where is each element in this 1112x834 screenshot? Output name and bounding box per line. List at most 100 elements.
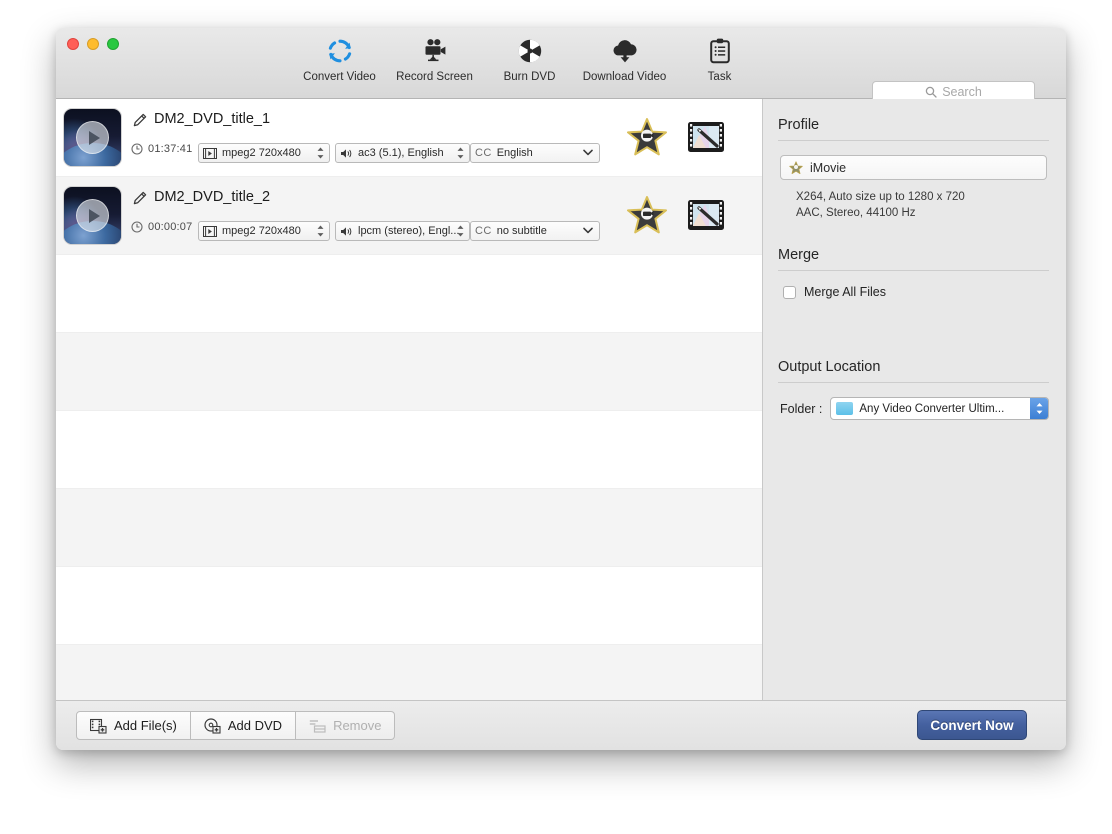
speaker-icon <box>341 226 352 236</box>
video-track-select[interactable]: mpeg2 720x480 <box>198 143 330 163</box>
toolbar-item-record-screen[interactable]: Record Screen <box>387 35 482 83</box>
toolbar-item-convert-video[interactable]: Convert Video <box>292 35 387 83</box>
folder-value: Any Video Converter Ultim... <box>859 402 1005 415</box>
file-duration: 00:00:07 <box>131 221 192 233</box>
folder-label: Folder : <box>780 401 823 416</box>
stepper-arrows-icon <box>456 146 465 160</box>
edit-name-icon[interactable] <box>132 113 147 133</box>
cc-badge: CC <box>475 147 492 159</box>
video-track-value: mpeg2 720x480 <box>222 225 301 237</box>
speaker-icon <box>341 148 352 158</box>
file-duration: 01:37:41 <box>131 143 192 155</box>
convert-now-button[interactable]: Convert Now <box>917 710 1027 740</box>
search-placeholder: Search <box>942 85 982 99</box>
bottom-bar: Add File(s) Add DVD Remove Convert Now <box>56 700 1066 750</box>
video-thumbnail[interactable] <box>63 186 122 245</box>
convert-now-label: Convert Now <box>930 717 1014 733</box>
file-name: DM2_DVD_title_2 <box>154 189 271 205</box>
add-dvd-icon <box>204 717 221 734</box>
toolbar-item-download-video[interactable]: Download Video <box>577 35 672 83</box>
table-row[interactable]: DM2_DVD_title_2 00:00:07 mpeg2 720x480 l… <box>56 177 762 255</box>
subtitle-track-select[interactable]: CC English <box>470 143 600 163</box>
subtitle-track-value: no subtitle <box>496 225 547 237</box>
stepper-arrows-icon <box>316 224 325 238</box>
video-track-value: mpeg2 720x480 <box>222 147 301 159</box>
toolbar-item-burn-dvd[interactable]: Burn DVD <box>482 35 577 83</box>
cloud-download-icon <box>609 35 641 67</box>
audio-track-select[interactable]: lpcm (stereo), Engl... <box>335 221 470 241</box>
zoom-button[interactable] <box>107 38 119 50</box>
film-icon <box>203 225 217 237</box>
disc-burn-icon <box>516 35 544 67</box>
empty-row <box>56 255 762 333</box>
stepper-arrows-icon[interactable] <box>1030 398 1048 419</box>
imovie-star-icon[interactable] <box>625 195 669 242</box>
file-name: DM2_DVD_title_1 <box>154 111 271 127</box>
stepper-arrows-icon <box>316 146 325 160</box>
imovie-star-icon[interactable] <box>625 117 669 164</box>
imovie-star-small-icon <box>789 160 803 174</box>
video-camera-icon <box>420 35 450 67</box>
toolbar: Convert Video Record Screen Burn DVD Dow… <box>56 28 1066 103</box>
profile-description-line1: X264, Auto size up to 1280 x 720 <box>796 191 965 203</box>
clipboard-icon <box>708 35 732 67</box>
add-files-button[interactable]: Add File(s) <box>76 711 191 740</box>
chevron-down-icon <box>583 225 593 237</box>
add-dvd-label: Add DVD <box>227 718 283 733</box>
clock-icon <box>131 221 143 233</box>
film-icon <box>203 147 217 159</box>
play-icon <box>76 121 109 154</box>
profile-value: iMovie <box>810 160 847 175</box>
audio-track-select[interactable]: ac3 (5.1), English <box>335 143 470 163</box>
add-files-icon <box>90 718 107 734</box>
file-list[interactable]: DM2_DVD_title_1 01:37:41 mpeg2 720x480 a… <box>56 99 763 700</box>
subtitle-track-select[interactable]: CC no subtitle <box>470 221 600 241</box>
toolbar-item-label: Task <box>707 71 732 83</box>
empty-row <box>56 411 762 489</box>
add-files-label: Add File(s) <box>114 718 177 733</box>
divider <box>778 140 1049 141</box>
merge-all-files-checkbox[interactable] <box>783 285 796 299</box>
output-folder-select[interactable]: Any Video Converter Ultim... <box>830 397 1049 420</box>
cc-badge: CC <box>475 225 492 237</box>
empty-row <box>56 489 762 567</box>
video-track-select[interactable]: mpeg2 720x480 <box>198 221 330 241</box>
empty-row <box>56 333 762 411</box>
window-controls <box>67 38 119 50</box>
app-window: Convert Video Record Screen Burn DVD Dow… <box>56 28 1066 750</box>
empty-row <box>56 567 762 645</box>
output-folder-row: Folder : Any Video Converter Ultim... <box>778 397 1049 420</box>
audio-track-value: lpcm (stereo), Engl... <box>358 225 460 237</box>
add-dvd-button[interactable]: Add DVD <box>190 711 297 740</box>
empty-row <box>56 645 762 700</box>
clock-icon <box>131 143 143 155</box>
video-edit-icon[interactable] <box>687 197 725 238</box>
remove-button[interactable]: Remove <box>296 711 396 740</box>
file-actions-group: Add File(s) Add DVD Remove <box>76 711 396 740</box>
merge-all-files-label: Merge All Files <box>804 285 886 299</box>
minimize-button[interactable] <box>87 38 99 50</box>
profile-select[interactable]: iMovie <box>780 155 1047 180</box>
profile-section-title: Profile <box>778 117 820 133</box>
toolbar-item-label: Convert Video <box>303 71 376 83</box>
merge-all-files-row[interactable]: Merge All Files <box>778 285 1049 299</box>
refresh-circular-icon <box>326 35 354 67</box>
toolbar-items: Convert Video Record Screen Burn DVD Dow… <box>292 35 767 83</box>
stepper-arrows-icon <box>456 224 465 238</box>
toolbar-item-task[interactable]: Task <box>672 35 767 83</box>
table-row[interactable]: DM2_DVD_title_1 01:37:41 mpeg2 720x480 a… <box>56 99 762 177</box>
play-icon <box>76 199 109 232</box>
profile-description-line2: AAC, Stereo, 44100 Hz <box>796 207 916 219</box>
divider <box>778 382 1049 383</box>
close-button[interactable] <box>67 38 79 50</box>
search-icon <box>925 86 937 98</box>
merge-section-title: Merge <box>778 247 820 263</box>
profile-description: X264, Auto size up to 1280 x 720 AAC, St… <box>778 189 1049 221</box>
audio-track-value: ac3 (5.1), English <box>358 147 444 159</box>
video-thumbnail[interactable] <box>63 108 122 167</box>
remove-icon <box>309 719 326 733</box>
video-edit-icon[interactable] <box>687 119 725 160</box>
edit-name-icon[interactable] <box>132 191 147 211</box>
chevron-down-icon <box>583 147 593 159</box>
remove-label: Remove <box>333 718 382 733</box>
